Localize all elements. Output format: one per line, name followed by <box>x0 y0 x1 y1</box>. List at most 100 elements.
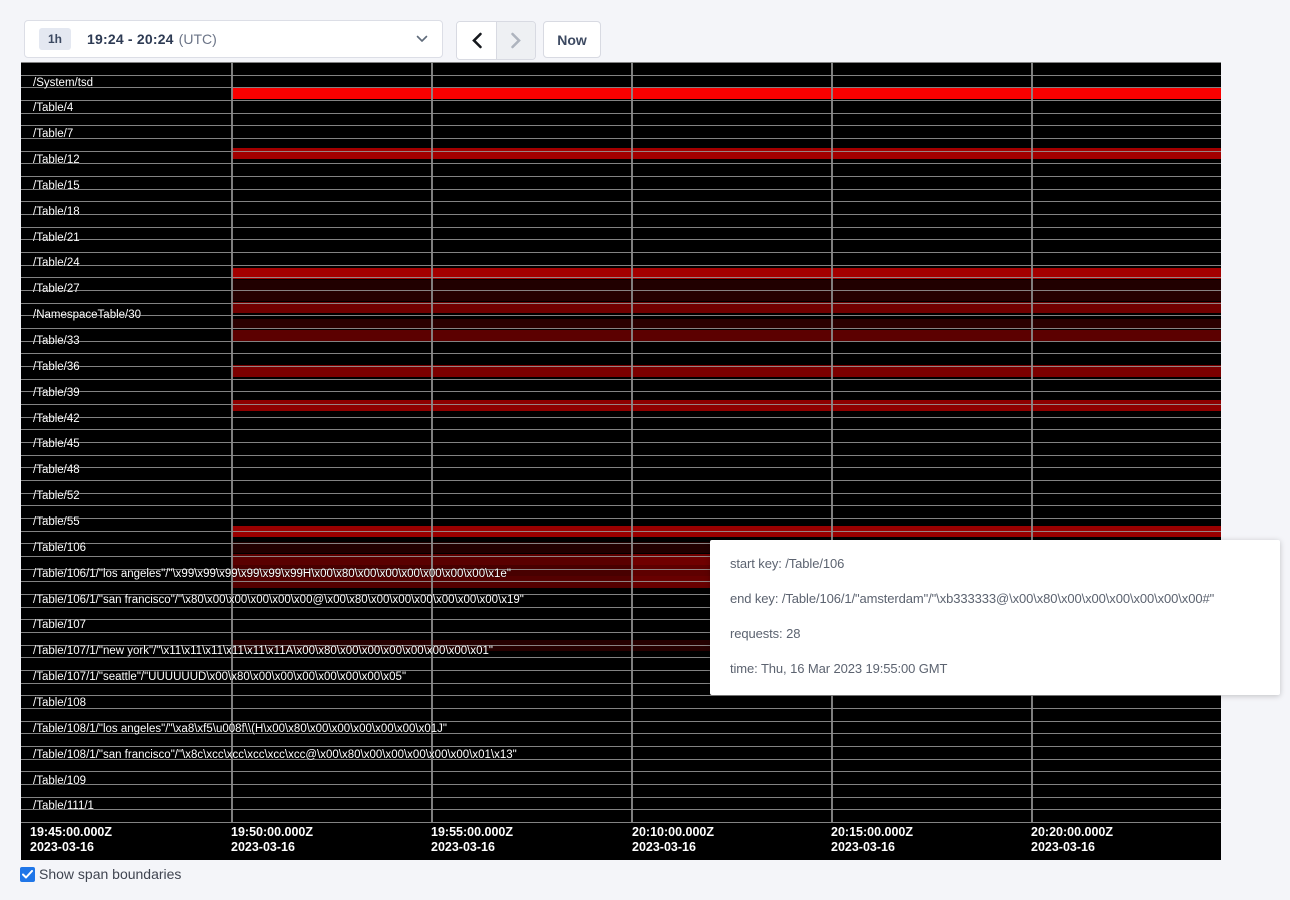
time-nav-group <box>456 21 536 60</box>
row-label: /Table/106/1/"los angeles"/"\x99\x99\x99… <box>33 568 511 581</box>
row-label: /Table/45 <box>33 438 80 451</box>
span-boundary-line <box>21 265 1221 266</box>
row-label: /Table/108/1/"san francisco"/"\x8c\xcc\x… <box>33 749 517 762</box>
tick-time: 19:45:00.000Z <box>30 825 112 840</box>
row-label: /Table/48 <box>33 464 80 477</box>
span-boundary-line <box>21 518 1221 519</box>
span-boundary-line <box>21 214 1221 215</box>
show-span-boundaries-checkbox[interactable] <box>20 867 35 882</box>
span-boundary-line <box>21 252 1221 253</box>
span-boundary-line <box>21 341 1221 342</box>
span-boundary-line <box>21 189 1221 190</box>
span-boundary-line <box>21 480 1221 481</box>
row-label: /Table/21 <box>33 232 80 245</box>
tick-date: 2023-03-16 <box>431 840 513 855</box>
heat-band <box>232 290 1221 301</box>
span-boundary-line <box>21 353 1221 354</box>
span-boundary-line <box>21 87 1221 88</box>
time-gridline <box>231 62 233 822</box>
span-boundary-line <box>21 721 1221 722</box>
footer: Show span boundaries <box>20 866 181 882</box>
row-label: /Table/52 <box>33 490 80 503</box>
row-label: /Table/12 <box>33 154 80 167</box>
span-boundary-line <box>21 809 1221 810</box>
span-boundary-line <box>21 328 1221 329</box>
row-label: /Table/24 <box>33 257 80 270</box>
span-boundary-line <box>21 708 1221 709</box>
heat-band <box>232 148 1221 159</box>
span-boundary-line <box>21 290 1221 291</box>
now-button[interactable]: Now <box>543 21 601 58</box>
tick-time: 20:10:00.000Z <box>632 825 714 840</box>
span-boundary-line <box>21 366 1221 367</box>
row-label: /Table/36 <box>33 361 80 374</box>
heat-band <box>232 88 1221 99</box>
chevron-right-icon <box>509 32 523 49</box>
tick-date: 2023-03-16 <box>231 840 313 855</box>
tooltip-line: start key: /Table/106 <box>730 556 1280 571</box>
span-boundary-line <box>21 303 1221 304</box>
heat-band <box>232 330 1221 341</box>
span-boundary-line <box>21 746 1221 747</box>
row-label: /Table/18 <box>33 206 80 219</box>
row-label: /NamespaceTable/30 <box>33 309 141 322</box>
time-range-select[interactable]: 1h 19:24 - 20:24(UTC) <box>24 20 443 58</box>
prev-time-button[interactable] <box>457 22 496 59</box>
tick-time: 19:55:00.000Z <box>431 825 513 840</box>
key-visualizer-heatmap[interactable]: /System/tsd/Table/4/Table/7/Table/12/Tab… <box>21 62 1221 860</box>
x-axis-tick: 19:50:00.000Z2023-03-16 <box>231 825 313 855</box>
span-boundary-line <box>21 151 1221 152</box>
span-boundary-line <box>21 455 1221 456</box>
span-boundary-line <box>21 505 1221 506</box>
span-boundary-line <box>21 771 1221 772</box>
span-boundary-line <box>21 113 1221 114</box>
tick-date: 2023-03-16 <box>831 840 913 855</box>
time-range-text: 19:24 - 20:24(UTC) <box>87 31 217 47</box>
row-label: /Table/106 <box>33 542 86 555</box>
span-boundary-line <box>21 493 1221 494</box>
row-label: /Table/107/1/"seattle"/"UUUUUUD\x00\x80\… <box>33 671 406 684</box>
span-boundary-line <box>21 176 1221 177</box>
row-label: /Table/106/1/"san francisco"/"\x80\x00\x… <box>33 594 524 607</box>
span-boundary-line <box>21 138 1221 139</box>
span-boundary-line <box>21 695 1221 696</box>
span-boundary-line <box>21 100 1221 101</box>
hover-tooltip: start key: /Table/106 end key: /Table/106… <box>710 540 1280 695</box>
span-boundary-line <box>21 784 1221 785</box>
span-boundary-line <box>21 277 1221 278</box>
x-axis-tick: 20:10:00.000Z2023-03-16 <box>632 825 714 855</box>
span-boundary-line <box>21 531 1221 532</box>
tick-date: 2023-03-16 <box>1031 840 1113 855</box>
span-boundary-line <box>21 315 1221 316</box>
x-axis-tick: 19:55:00.000Z2023-03-16 <box>431 825 513 855</box>
tick-time: 19:50:00.000Z <box>231 825 313 840</box>
next-time-button[interactable] <box>496 22 535 59</box>
row-label: /Table/107/1/"new york"/"\x11\x11\x11\x1… <box>33 645 493 658</box>
tick-time: 20:15:00.000Z <box>831 825 913 840</box>
show-span-boundaries-label: Show span boundaries <box>39 866 181 882</box>
span-boundary-line <box>21 227 1221 228</box>
span-boundary-line <box>21 822 1221 823</box>
heat-band <box>232 280 1221 291</box>
row-label: /Table/107 <box>33 619 86 632</box>
tooltip-line: requests: 28 <box>730 626 1280 641</box>
tick-date: 2023-03-16 <box>632 840 714 855</box>
row-label: /Table/55 <box>33 516 80 529</box>
row-label: /Table/109 <box>33 775 86 788</box>
tooltip-line: end key: /Table/106/1/"amsterdam"/"\xb33… <box>730 591 1280 606</box>
time-gridline <box>631 62 633 822</box>
row-label: /Table/7 <box>33 128 73 141</box>
row-label: /Table/39 <box>33 387 80 400</box>
span-boundary-line <box>21 75 1221 76</box>
span-boundary-line <box>21 379 1221 380</box>
span-boundary-line <box>21 404 1221 405</box>
span-boundary-line <box>21 62 1221 63</box>
row-label: /Table/108/1/"los angeles"/"\xa8\xf5\u00… <box>33 723 447 736</box>
span-boundary-line <box>21 125 1221 126</box>
span-boundary-line <box>21 467 1221 468</box>
span-boundary-line <box>21 239 1221 240</box>
span-boundary-line <box>21 163 1221 164</box>
row-label: /Table/111/1 <box>33 800 94 813</box>
row-label: /Table/33 <box>33 335 80 348</box>
chevron-down-icon <box>416 35 428 43</box>
